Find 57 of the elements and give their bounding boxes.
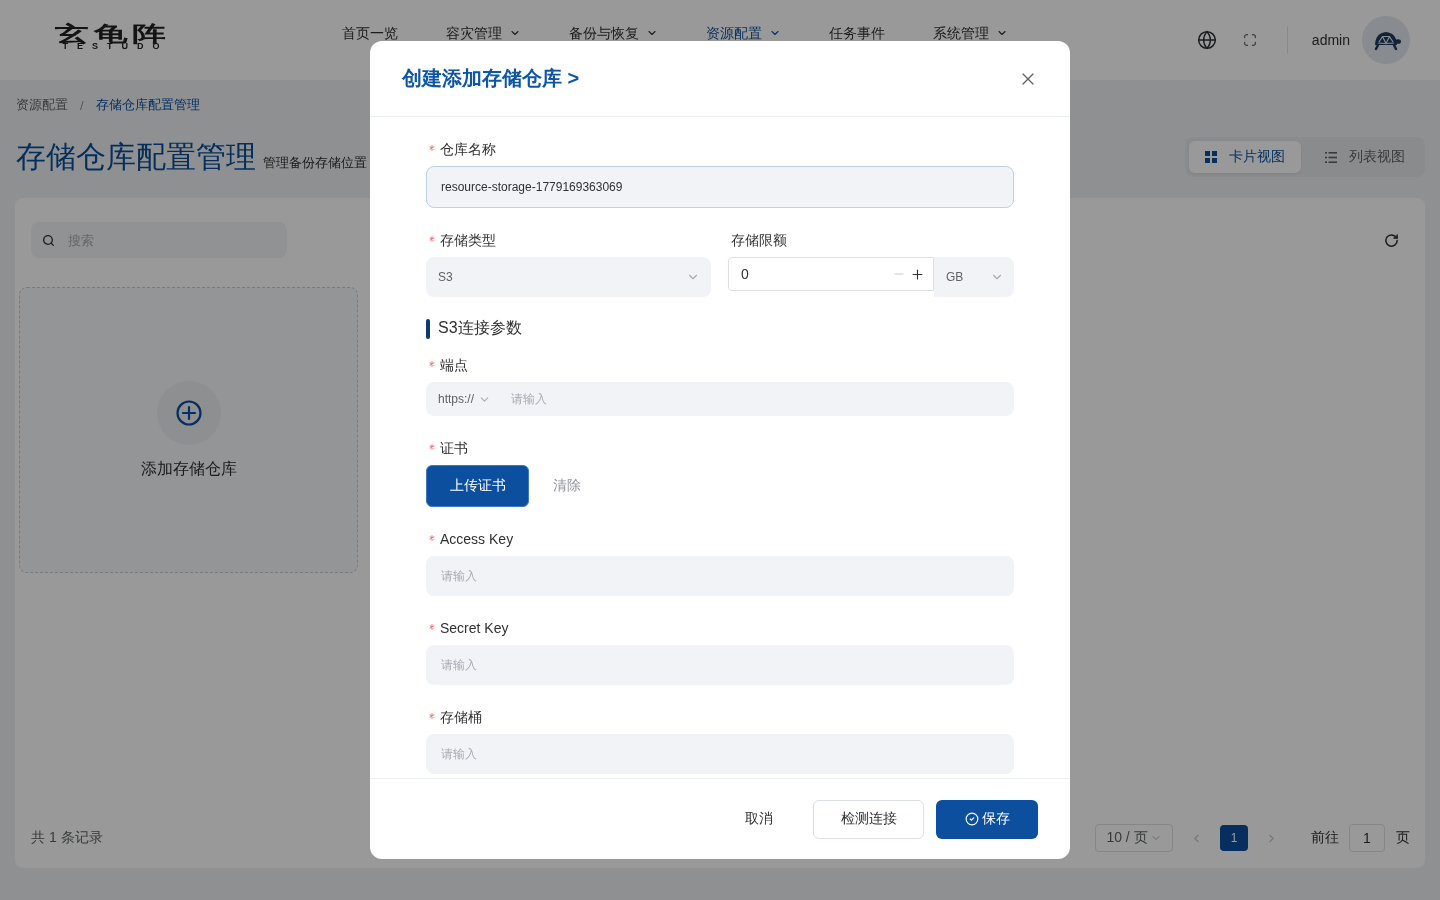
- nav-item[interactable]: 系统管理: [933, 23, 1008, 43]
- test-connection-button[interactable]: 检测连接: [813, 799, 924, 839]
- plus-circle-icon: [156, 380, 221, 445]
- nav-item[interactable]: 备份与恢复: [569, 23, 658, 43]
- clear-button[interactable]: 清除: [553, 477, 581, 495]
- logo-name: 玄龟阵: [54, 24, 171, 44]
- dialog-title: 创建添加存储仓库 >: [402, 66, 580, 91]
- endpoint-input[interactable]: 请输入: [511, 382, 1014, 416]
- grid-icon: [1205, 151, 1217, 163]
- refresh-icon[interactable]: [1384, 232, 1399, 248]
- page-size-select[interactable]: 10 / 页: [1095, 824, 1173, 852]
- page-title: 存储仓库配置管理: [16, 139, 256, 175]
- section-marker: [426, 318, 430, 339]
- nav-item[interactable]: 容灾管理: [446, 23, 521, 43]
- storage-type-select[interactable]: S3: [426, 257, 711, 297]
- protocol-select[interactable]: https://: [426, 382, 492, 416]
- check-circle-icon: [964, 812, 979, 826]
- nav-item[interactable]: 任务事件: [829, 23, 885, 43]
- endpoint-field[interactable]: https:// 请输入: [426, 382, 1014, 416]
- section-title: S3连接参数: [438, 318, 522, 338]
- view-tab[interactable]: 列表视图: [1309, 141, 1421, 173]
- goto-label: 前往: [1311, 829, 1339, 847]
- upload-button[interactable]: 上传证书: [426, 465, 529, 507]
- avatar-icon[interactable]: [1362, 16, 1410, 64]
- field-label: Secret Key: [440, 619, 509, 638]
- field-label: 端点: [440, 356, 468, 375]
- fullscreen-icon[interactable]: [1242, 33, 1257, 47]
- quota-input[interactable]: 0: [741, 258, 888, 290]
- total-records: 共 1 条记录: [31, 829, 103, 847]
- goto-page-input[interactable]: 1: [1349, 824, 1385, 852]
- list-icon: [1325, 151, 1337, 163]
- nav-item[interactable]: 资源配置: [706, 23, 781, 43]
- logo-tagline: TESTUDO: [62, 42, 169, 50]
- cancel-button[interactable]: 取消: [721, 799, 797, 839]
- page-subtitle: 管理备份存储位置: [263, 154, 367, 172]
- add-storage-card[interactable]: 添加存储仓库: [19, 287, 358, 573]
- increase-button[interactable]: [910, 266, 925, 282]
- page-number[interactable]: 1: [1220, 825, 1248, 851]
- quota-field[interactable]: 0: [728, 257, 934, 291]
- goto-unit: 页: [1396, 829, 1410, 847]
- field-label: 存储桶: [440, 708, 482, 727]
- search-icon: [42, 233, 55, 247]
- field-label: 存储限额: [731, 231, 787, 250]
- field-label: 存储类型: [440, 231, 496, 250]
- field-label: Access Key: [440, 530, 514, 549]
- save-button[interactable]: 保存: [936, 799, 1038, 839]
- plus-icon: [910, 266, 925, 282]
- user-name[interactable]: admin: [1311, 32, 1350, 48]
- breadcrumb-item[interactable]: 资源配置: [16, 96, 68, 114]
- field-label: 证书: [440, 439, 468, 458]
- unit-select[interactable]: GB: [934, 257, 1014, 297]
- globe-icon[interactable]: [1196, 30, 1217, 50]
- field-label: 仓库名称: [440, 140, 496, 159]
- breadcrumb-separator: /: [80, 97, 84, 113]
- breadcrumb-item: 存储仓库配置管理: [95, 96, 200, 114]
- nav-item[interactable]: 首页一览: [342, 23, 398, 43]
- view-tab[interactable]: 卡片视图: [1189, 141, 1301, 173]
